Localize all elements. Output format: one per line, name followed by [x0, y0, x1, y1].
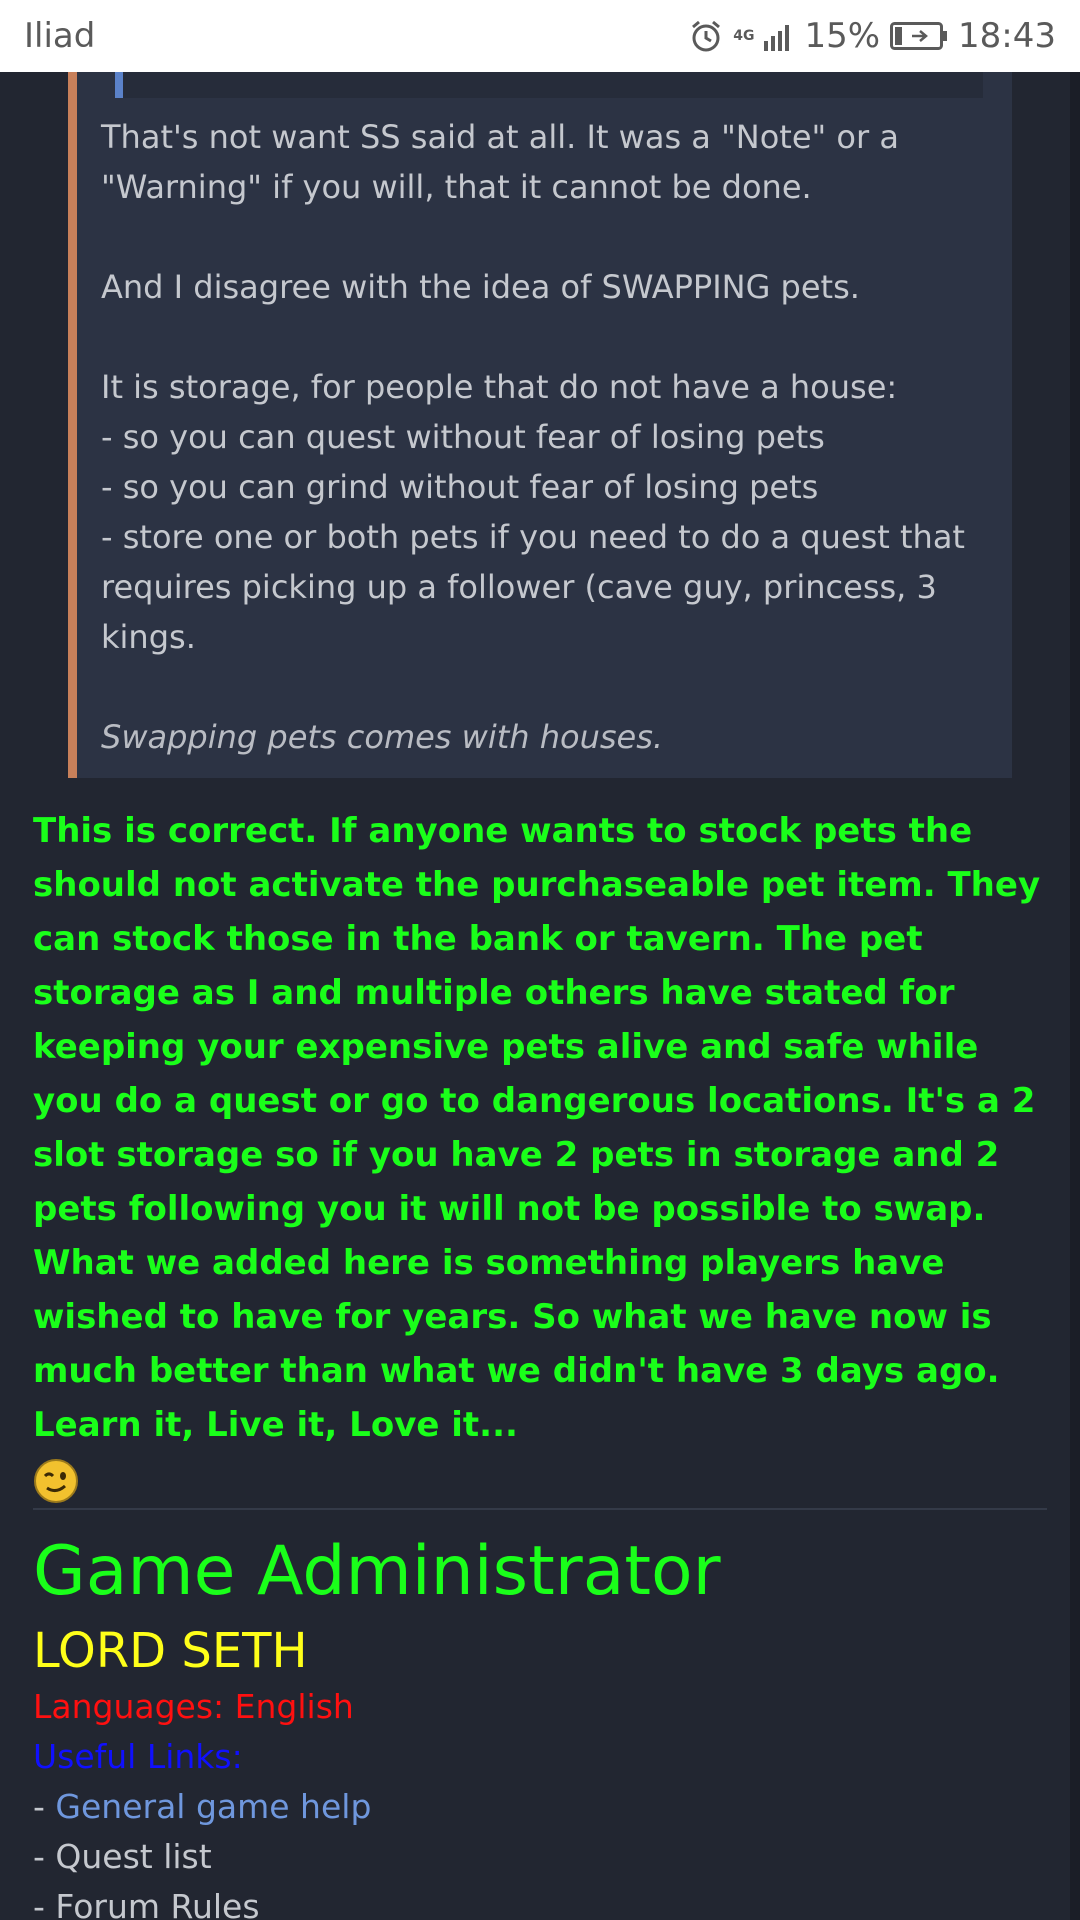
signal-icon [764, 21, 794, 51]
dash: - [33, 1787, 56, 1826]
battery-percent: 15% [804, 16, 881, 56]
general-game-help-link[interactable]: General game help [55, 1787, 371, 1826]
nested-quote-bar [115, 72, 123, 98]
signature-link-row: - General game help [33, 1782, 1043, 1832]
reply-paragraph: What we added here is something players … [33, 1243, 1000, 1445]
signature-quest-list: - Quest list [33, 1837, 212, 1876]
signature-name: LORD SETH [33, 1623, 308, 1679]
signature: Game Administrator LORD SETH Languages: … [33, 1524, 1043, 1920]
signature-title: Game Administrator [33, 1532, 721, 1611]
clock: 18:43 [958, 16, 1056, 56]
alarm-icon [689, 19, 723, 53]
battery-icon [890, 22, 948, 50]
reply-text: This is correct. If anyone wants to stoc… [33, 804, 1043, 1520]
status-bar: Iliad 4G 15% 18:43 [0, 0, 1080, 72]
nested-quote-end [115, 72, 983, 98]
quote-list-intro: It is storage, for people that do not ha… [101, 368, 898, 406]
quote-list-item: - so you can quest without fear of losin… [101, 418, 825, 456]
wink-emoji-icon [33, 1458, 79, 1504]
signature-links-label: Useful Links: [33, 1737, 243, 1776]
quote-paragraph: That's not want SS said at all. It was a… [101, 118, 899, 206]
quote-list-item: - so you can grind without fear of losin… [101, 468, 819, 506]
signature-forum-rules: - Forum Rules [33, 1887, 260, 1920]
quote-list-item: - store one or both pets if you need to … [101, 518, 965, 656]
signature-languages: Languages: English [33, 1687, 354, 1726]
scroll-edge [1070, 72, 1080, 1920]
status-icons: 4G 15% 18:43 [689, 16, 1056, 56]
quote-closing: Swapping pets comes with houses. [101, 718, 664, 756]
quote-paragraph: And I disagree with the idea of SWAPPING… [101, 268, 860, 306]
reply-paragraph: This is correct. If anyone wants to stoc… [33, 811, 1041, 1229]
carrier-label: Iliad [24, 16, 96, 56]
quote-block: That's not want SS said at all. It was a… [68, 72, 1012, 778]
forum-post-content: That's not want SS said at all. It was a… [0, 72, 1080, 1920]
signature-divider [33, 1508, 1047, 1510]
quote-text: That's not want SS said at all. It was a… [101, 112, 1001, 762]
network-label: 4G [733, 28, 755, 44]
